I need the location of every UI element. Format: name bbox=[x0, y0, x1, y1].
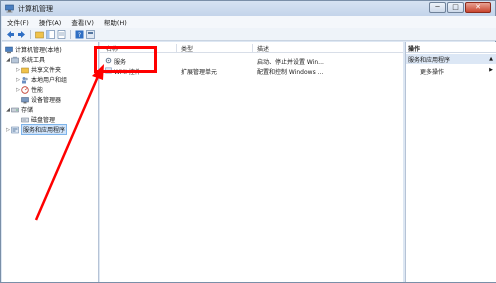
menu-file[interactable]: 文件(F) bbox=[2, 17, 34, 27]
console-tree: 计算机管理(本地) ◢ 系统工具 ▷ 共享文件夹 ▷ 本地用户和组 ▷ 性能 设… bbox=[2, 42, 99, 282]
tree-item-disk-management[interactable]: 磁盘管理 bbox=[21, 115, 55, 124]
performance-icon bbox=[21, 85, 29, 94]
title-bar[interactable]: 计算机管理 ─ □ ✕ bbox=[1, 1, 495, 16]
tree-item-performance[interactable]: ▷ 性能 bbox=[15, 85, 43, 94]
toolbar-separator bbox=[30, 29, 31, 39]
services-apps-icon bbox=[11, 126, 19, 134]
list-item-description: 启动、停止并设置 Win... bbox=[257, 59, 324, 66]
help-icon[interactable]: ? bbox=[75, 30, 84, 39]
tree-item-storage[interactable]: ◢ 存储 bbox=[5, 105, 33, 115]
list-item-type: 扩展管理单元 bbox=[181, 69, 218, 76]
menu-help[interactable]: 帮助(H) bbox=[99, 17, 132, 27]
toolbar-separator bbox=[70, 29, 71, 39]
submenu-arrow-icon: ▶ bbox=[489, 67, 493, 73]
column-header-description[interactable]: 描述 bbox=[257, 44, 269, 53]
actions-section-services-apps[interactable]: 服务和应用程序 ▲ bbox=[406, 54, 496, 64]
annotation-highlight-box bbox=[94, 46, 157, 73]
device-manager-icon bbox=[21, 96, 29, 104]
properties-icon[interactable] bbox=[86, 29, 95, 39]
collapse-caret-icon[interactable]: ▲ bbox=[489, 56, 493, 62]
users-icon bbox=[21, 76, 29, 84]
storage-icon bbox=[11, 106, 19, 114]
export-list-icon[interactable] bbox=[57, 29, 66, 39]
window-controls: ─ □ ✕ bbox=[429, 2, 491, 13]
window-title: 计算机管理 bbox=[18, 4, 53, 13]
svg-text:?: ? bbox=[78, 32, 81, 39]
menu-action[interactable]: 操作(A) bbox=[34, 17, 67, 27]
toolbar: ? bbox=[2, 28, 496, 41]
tree-item-shared-folders[interactable]: ▷ 共享文件夹 bbox=[15, 65, 61, 75]
menu-bar: 文件(F) 操作(A) 查看(V) 帮助(H) bbox=[2, 16, 496, 28]
maximize-button[interactable]: □ bbox=[447, 2, 464, 13]
list-item-description: 配置和控制 Windows ... bbox=[257, 69, 324, 76]
minimize-button[interactable]: ─ bbox=[429, 2, 446, 13]
tree-item-root[interactable]: 计算机管理(本地) bbox=[5, 45, 62, 54]
show-hide-tree-icon[interactable] bbox=[46, 29, 55, 39]
up-folder-icon[interactable] bbox=[35, 30, 44, 39]
shared-folder-icon bbox=[21, 66, 29, 74]
column-divider[interactable] bbox=[252, 44, 253, 53]
tree-item-device-manager[interactable]: 设备管理器 bbox=[21, 95, 61, 104]
tree-item-services-apps[interactable]: ▷ 服务和应用程序 bbox=[5, 124, 68, 135]
column-divider[interactable] bbox=[176, 44, 177, 53]
disk-icon bbox=[21, 116, 29, 124]
tree-item-local-users[interactable]: ▷ 本地用户和组 bbox=[15, 75, 67, 84]
menu-view[interactable]: 查看(V) bbox=[66, 17, 99, 27]
tools-icon bbox=[11, 56, 19, 64]
back-arrow-icon[interactable] bbox=[6, 30, 15, 39]
column-header-type[interactable]: 类型 bbox=[181, 44, 193, 53]
actions-section-label: 服务和应用程序 bbox=[408, 56, 451, 64]
tree-item-system-tools[interactable]: ◢ 系统工具 bbox=[5, 55, 45, 64]
computer-management-window: 计算机管理 ─ □ ✕ 文件(F) 操作(A) 查看(V) 帮助(H) ? 计算… bbox=[0, 0, 496, 283]
details-list: 名称 类型 描述 服务 启动、停止并设置 Win... WMI 控件 扩展管理单… bbox=[100, 42, 403, 282]
forward-arrow-icon[interactable] bbox=[17, 30, 26, 39]
computer-management-icon bbox=[5, 4, 14, 13]
actions-pane: 操作 服务和应用程序 ▲ 更多操作 ▶ bbox=[405, 42, 496, 282]
computer-icon bbox=[5, 46, 13, 54]
actions-header: 操作 bbox=[406, 44, 496, 53]
close-button[interactable]: ✕ bbox=[465, 2, 491, 13]
more-actions-item[interactable]: 更多操作 bbox=[420, 67, 444, 76]
